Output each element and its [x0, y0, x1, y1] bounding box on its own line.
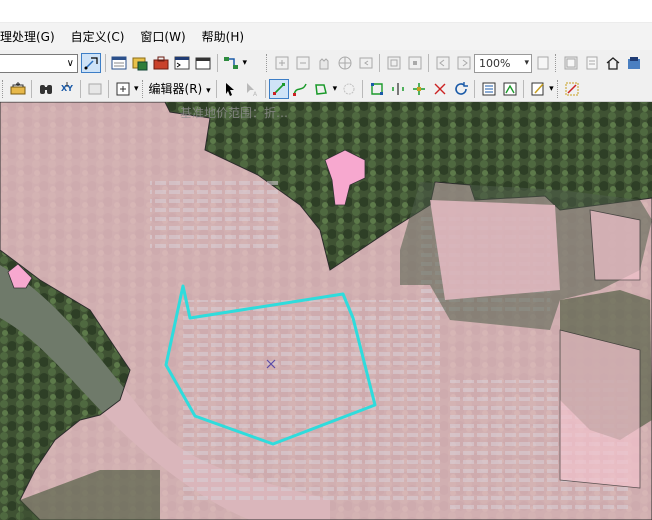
- pan-icon[interactable]: [315, 54, 333, 72]
- curve-icon[interactable]: [291, 80, 309, 98]
- toolbar-separator: [216, 54, 218, 72]
- toolbar-separator: [428, 54, 430, 72]
- command-line-icon[interactable]: [194, 54, 212, 72]
- previous-extent-icon[interactable]: [357, 54, 375, 72]
- menu-geoprocessing[interactable]: 理处理(G): [0, 26, 63, 48]
- toolbar-grip[interactable]: [141, 79, 145, 98]
- land-value-subzone[interactable]: [430, 200, 560, 300]
- editor-menu-label: 编辑器(R): [148, 82, 203, 96]
- zoom-in-fixed-icon[interactable]: [273, 54, 291, 72]
- select-features-icon[interactable]: [81, 53, 101, 73]
- reshape-icon[interactable]: [431, 80, 449, 98]
- chevron-down-icon: ▾: [524, 58, 530, 68]
- toolbar-separator: [264, 79, 266, 98]
- toolbar-grip[interactable]: [2, 79, 5, 98]
- segment-dropdown-icon[interactable]: ▾: [333, 84, 338, 94]
- straight-segment-icon[interactable]: [269, 78, 290, 99]
- toolbox-icon[interactable]: [152, 54, 170, 72]
- edit-tool-icon[interactable]: [221, 80, 239, 98]
- home-icon[interactable]: [604, 54, 622, 72]
- data-view-icon[interactable]: [562, 54, 580, 72]
- catalog-icon[interactable]: [131, 54, 149, 72]
- toolbar-grip[interactable]: [266, 54, 269, 72]
- zoom-percent: 100%: [479, 56, 511, 70]
- chevron-down-icon: ▾: [206, 86, 211, 96]
- zoom-to-dropdown-icon[interactable]: ▾: [134, 84, 139, 94]
- layer-icon[interactable]: [86, 80, 104, 98]
- land-value-subzone[interactable]: [559, 329, 641, 489]
- toolbar-separator: [215, 79, 217, 98]
- map-canvas[interactable]: [0, 102, 652, 520]
- model-builder-icon[interactable]: [222, 54, 240, 72]
- editor-menu-button[interactable]: 编辑器(R) ▾: [149, 80, 211, 97]
- title-strip: [0, 0, 652, 22]
- toolbar-separator: [474, 79, 476, 98]
- layout-zoom-in-icon[interactable]: [385, 54, 403, 72]
- toolbar-separator: [31, 79, 32, 98]
- toolbar-separator: [80, 79, 81, 98]
- editor-toolbar: XY ▾ 编辑器(R) ▾ A ▾ ▾: [0, 76, 652, 102]
- topology-icon[interactable]: [529, 80, 547, 98]
- building-block: [150, 180, 280, 250]
- catalog-window-icon[interactable]: [625, 54, 643, 72]
- layout-zoom-combo[interactable]: 100% ▾: [474, 53, 533, 73]
- georef-icon[interactable]: [563, 80, 581, 98]
- menu-help[interactable]: 帮助(H): [194, 26, 252, 48]
- map-view[interactable]: [0, 102, 652, 520]
- building-block: [180, 300, 440, 500]
- toolbar-grip[interactable]: [555, 54, 558, 72]
- find-icon[interactable]: [37, 80, 55, 98]
- attributes-icon[interactable]: [452, 80, 470, 98]
- rotate-icon[interactable]: [410, 80, 428, 98]
- topology-dropdown-icon[interactable]: ▾: [549, 84, 554, 94]
- menu-customize[interactable]: 自定义(C): [63, 26, 133, 48]
- menu-bar: 理处理(G) 自定义(C) 窗口(W) 帮助(H): [0, 22, 652, 51]
- full-extent-icon[interactable]: [336, 54, 354, 72]
- create-features-icon[interactable]: [501, 80, 519, 98]
- toolbar-grip[interactable]: [556, 79, 560, 98]
- sketch-properties-icon[interactable]: [480, 80, 498, 98]
- trace-icon[interactable]: [312, 80, 330, 98]
- python-icon[interactable]: [173, 54, 191, 72]
- toolbar-separator: [362, 79, 364, 98]
- vertex-icon[interactable]: [340, 80, 358, 98]
- zoom-to-icon[interactable]: [114, 80, 132, 98]
- zoom-out-fixed-icon[interactable]: [294, 54, 312, 72]
- layout-icon[interactable]: [534, 54, 552, 72]
- cut-polygon-icon[interactable]: [368, 80, 386, 98]
- land-value-subzone[interactable]: [589, 209, 641, 281]
- layout-view-icon[interactable]: [583, 54, 601, 72]
- table-window-icon[interactable]: [110, 54, 128, 72]
- layout-whole-page-icon[interactable]: [455, 54, 473, 72]
- target-layer-combo[interactable]: ∨: [0, 53, 78, 73]
- layout-zoom-out-icon[interactable]: [406, 54, 424, 72]
- split-icon[interactable]: [389, 80, 407, 98]
- map-label: 基准地价范围：折…: [180, 106, 289, 120]
- menu-window[interactable]: 窗口(W): [132, 26, 193, 48]
- toolbar-separator: [379, 54, 381, 72]
- standard-toolbar: ∨ ▾ 100% ▾: [0, 50, 652, 76]
- add-data-icon[interactable]: [9, 80, 27, 98]
- edit-annotation-icon[interactable]: A: [242, 80, 260, 98]
- layout-pan-icon[interactable]: [434, 54, 452, 72]
- svg-text:A: A: [253, 91, 258, 97]
- toolbar-separator: [523, 79, 525, 98]
- toolbar-separator: [108, 79, 109, 98]
- model-builder-dropdown-icon[interactable]: ▾: [243, 58, 248, 68]
- chevron-down-icon: ∨: [66, 57, 74, 69]
- toolbar-separator: [104, 54, 106, 72]
- xy-icon[interactable]: XY: [58, 80, 76, 98]
